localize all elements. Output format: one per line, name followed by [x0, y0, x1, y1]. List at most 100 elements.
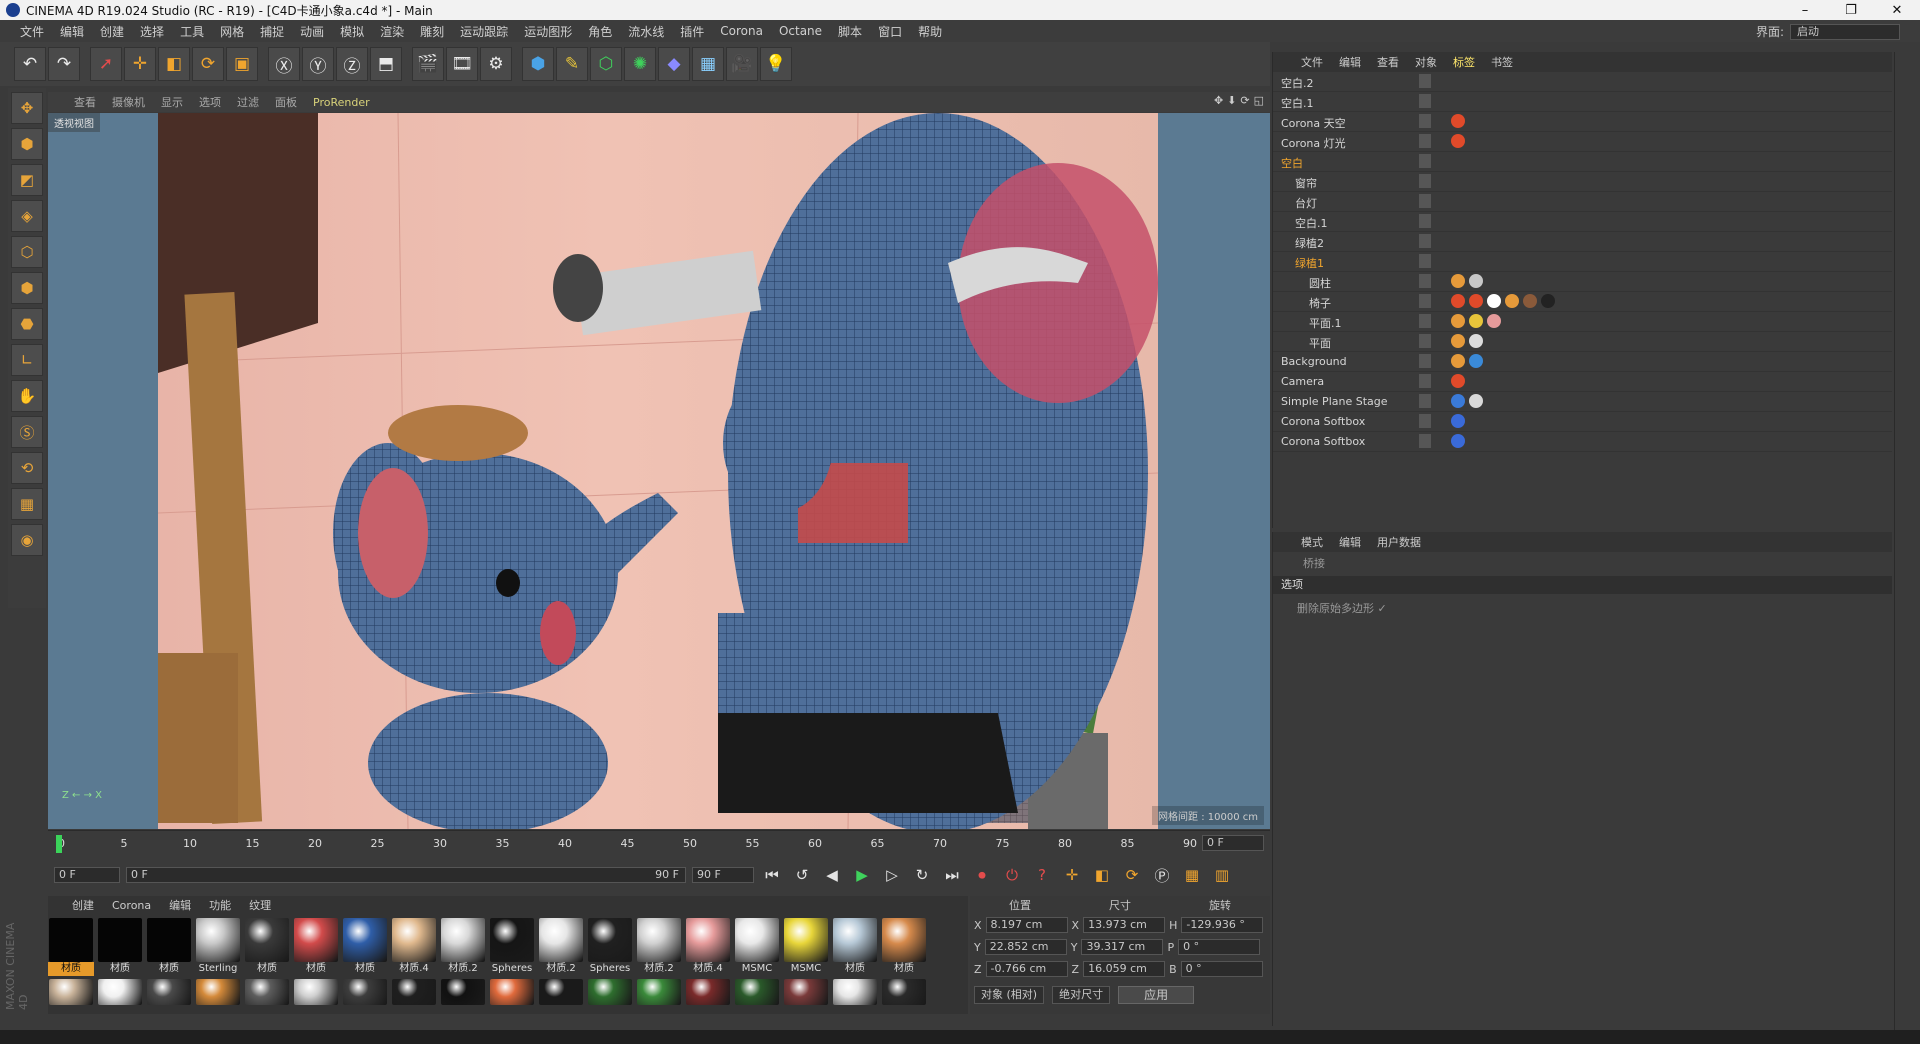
edges-mode-icon[interactable]: ⬢ [11, 272, 43, 304]
magnet-icon[interactable]: ⟲ [11, 452, 43, 484]
options-section[interactable]: 选项 [1273, 576, 1892, 594]
object-name[interactable]: Corona Softbox [1281, 415, 1365, 428]
object-name[interactable]: 窗帘 [1295, 175, 1317, 191]
key-scale-icon[interactable]: ◧ [1090, 863, 1114, 887]
object-row[interactable]: Corona 灯光 [1273, 132, 1892, 152]
play-icon[interactable]: ▶ [850, 863, 874, 887]
viewport-menu-filter[interactable]: 过滤 [237, 94, 259, 110]
z-axis-icon[interactable]: Ⓩ [336, 47, 368, 81]
viewport-menu-cameras[interactable]: 摄像机 [112, 94, 145, 110]
visibility-toggles[interactable] [1419, 254, 1431, 268]
end-frame-field[interactable]: 90 F [692, 867, 754, 883]
material-swatch[interactable] [783, 979, 829, 1005]
polygons-mode-icon[interactable]: ⬣ [11, 308, 43, 340]
material-swatch[interactable] [195, 979, 241, 1005]
material-swatch[interactable]: 材质 [342, 918, 388, 976]
move-icon[interactable]: ✛ [124, 47, 156, 81]
object-tags[interactable] [1451, 134, 1465, 148]
tag-icon[interactable] [1451, 394, 1465, 408]
record-icon[interactable]: ⏺ [970, 863, 994, 887]
material-swatch[interactable]: Spheres [489, 918, 535, 976]
object-name[interactable]: 空白.2 [1281, 75, 1314, 91]
object-name[interactable]: Corona Softbox [1281, 435, 1365, 448]
viewport-menu-view[interactable]: 查看 [74, 94, 96, 110]
menu-item[interactable]: 文件 [12, 23, 52, 40]
object-name[interactable]: 绿植1 [1295, 255, 1324, 271]
render-settings-icon[interactable]: ⚙ [480, 47, 512, 81]
viewport-menu-display[interactable]: 显示 [161, 94, 183, 110]
object-row[interactable]: Simple Plane Stage [1273, 392, 1892, 412]
object-row[interactable]: 绿植2 [1273, 232, 1892, 252]
start-frame-field[interactable]: 0 F [54, 867, 120, 883]
light-icon[interactable]: 💡 [760, 47, 792, 81]
delete-original-option[interactable]: 删除原始多边形 ✓ [1273, 594, 1892, 616]
menu-item[interactable]: 网格 [212, 23, 252, 40]
object-manager-menu-item[interactable]: 编辑 [1339, 54, 1361, 70]
size-field[interactable]: 16.059 cm [1083, 961, 1166, 977]
tag-icon[interactable] [1451, 374, 1465, 388]
material-swatch[interactable] [881, 979, 927, 1005]
visibility-toggles[interactable] [1419, 214, 1431, 228]
material-swatch[interactable]: 材质 [146, 918, 192, 976]
object-name[interactable]: Simple Plane Stage [1281, 395, 1388, 408]
material-swatch[interactable] [48, 979, 94, 1005]
tag-icon[interactable] [1469, 274, 1483, 288]
material-swatch[interactable] [832, 979, 878, 1005]
material-swatch[interactable]: Sterling [195, 918, 241, 976]
next-key-icon[interactable]: ↻ [910, 863, 934, 887]
menu-item[interactable]: 工具 [172, 23, 212, 40]
object-name[interactable]: Corona 天空 [1281, 115, 1346, 131]
menu-item[interactable]: 流水线 [620, 23, 672, 40]
rotation-field[interactable]: 0 ° [1178, 939, 1261, 955]
visibility-toggles[interactable] [1419, 134, 1431, 148]
undo-icon[interactable]: ↶ [14, 47, 46, 81]
material-swatch[interactable]: MSMC [734, 918, 780, 976]
material-swatch[interactable] [587, 979, 633, 1005]
redo-icon[interactable]: ↷ [48, 47, 80, 81]
key-rotation-icon[interactable]: ⟳ [1120, 863, 1144, 887]
deformer-icon[interactable]: ◆ [658, 47, 690, 81]
menu-item[interactable]: 创建 [92, 23, 132, 40]
make-editable-icon[interactable]: ✥ [11, 92, 43, 124]
render-view-icon[interactable]: 🎬 [412, 47, 444, 81]
tag-icon[interactable] [1451, 274, 1465, 288]
menu-item[interactable]: 编辑 [52, 23, 92, 40]
visibility-toggles[interactable] [1419, 334, 1431, 348]
material-swatch[interactable] [391, 979, 437, 1005]
object-tags[interactable] [1451, 374, 1465, 388]
object-name[interactable]: 平面.1 [1309, 315, 1342, 331]
object-row[interactable]: 空白.2 [1273, 72, 1892, 92]
rotation-field[interactable]: -129.936 ° [1181, 917, 1264, 933]
points-mode-icon[interactable]: ⬡ [11, 236, 43, 268]
layout-selector[interactable]: 界面: 启动 [1756, 23, 1900, 40]
recent-tool-icon[interactable]: ▣ [226, 47, 258, 81]
position-field[interactable]: -0.766 cm [985, 961, 1068, 977]
scene-render[interactable] [157, 113, 1159, 829]
material-menu-item[interactable]: Corona [112, 899, 151, 912]
tag-icon[interactable] [1451, 414, 1465, 428]
material-swatch[interactable]: 材质 [48, 918, 94, 976]
axis-mode-icon[interactable]: ∟ [11, 344, 43, 376]
keyframe-selection-icon[interactable]: ? [1030, 863, 1054, 887]
visibility-toggles[interactable] [1419, 374, 1431, 388]
tag-icon[interactable] [1451, 334, 1465, 348]
prev-key-icon[interactable]: ↺ [790, 863, 814, 887]
maximize-button[interactable]: ❐ [1828, 0, 1874, 20]
material-swatch[interactable] [636, 979, 682, 1005]
tag-icon[interactable] [1505, 294, 1519, 308]
menu-item[interactable]: 雕刻 [412, 23, 452, 40]
material-swatch[interactable]: 材质 [832, 918, 878, 976]
goto-start-icon[interactable]: ⏮ [760, 863, 784, 887]
menu-item[interactable]: 运动跟踪 [452, 23, 516, 40]
visibility-toggles[interactable] [1419, 114, 1431, 128]
coordinate-system-icon[interactable]: ⬒ [370, 47, 402, 81]
prev-frame-icon[interactable]: ◀ [820, 863, 844, 887]
material-swatch[interactable]: 材质 [881, 918, 927, 976]
object-tags[interactable] [1451, 414, 1465, 428]
object-name[interactable]: 空白.1 [1281, 95, 1314, 111]
render-picture-viewer-icon[interactable]: 🎞 [446, 47, 478, 81]
object-name[interactable]: 空白.1 [1295, 215, 1328, 231]
object-manager-menu-item[interactable]: 文件 [1301, 54, 1323, 70]
apply-button[interactable]: 应用 [1118, 986, 1195, 1004]
material-swatch[interactable] [244, 979, 290, 1005]
